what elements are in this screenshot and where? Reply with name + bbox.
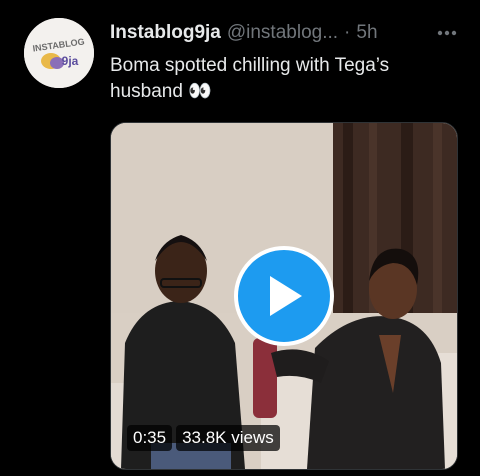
separator-dot: · <box>344 22 351 43</box>
more-horizontal-icon[interactable] <box>434 21 460 45</box>
author-name[interactable]: Instablog9ja <box>110 22 221 44</box>
tweet-card[interactable]: INSTABLOG 9ja Instablog9ja @instablog...… <box>0 0 480 476</box>
video-player[interactable]: 0:35 33.8K views <box>110 122 458 470</box>
avatar-logo-sub: 9ja <box>62 54 79 68</box>
tweet-text: Boma spotted chilling with Tega’s husban… <box>110 55 390 102</box>
tweet-timestamp[interactable]: 5h <box>356 22 377 44</box>
play-button[interactable] <box>234 246 334 346</box>
tweet-header: Instablog9ja @instablog... · 5h <box>110 20 460 46</box>
play-icon <box>270 276 302 316</box>
view-count: 33.8K views <box>176 425 280 451</box>
author-handle[interactable]: @instablog... <box>227 22 338 44</box>
author-avatar[interactable]: INSTABLOG 9ja <box>24 18 94 88</box>
video-duration: 0:35 <box>127 425 173 451</box>
video-info-badges: 0:35 33.8K views <box>127 425 280 451</box>
